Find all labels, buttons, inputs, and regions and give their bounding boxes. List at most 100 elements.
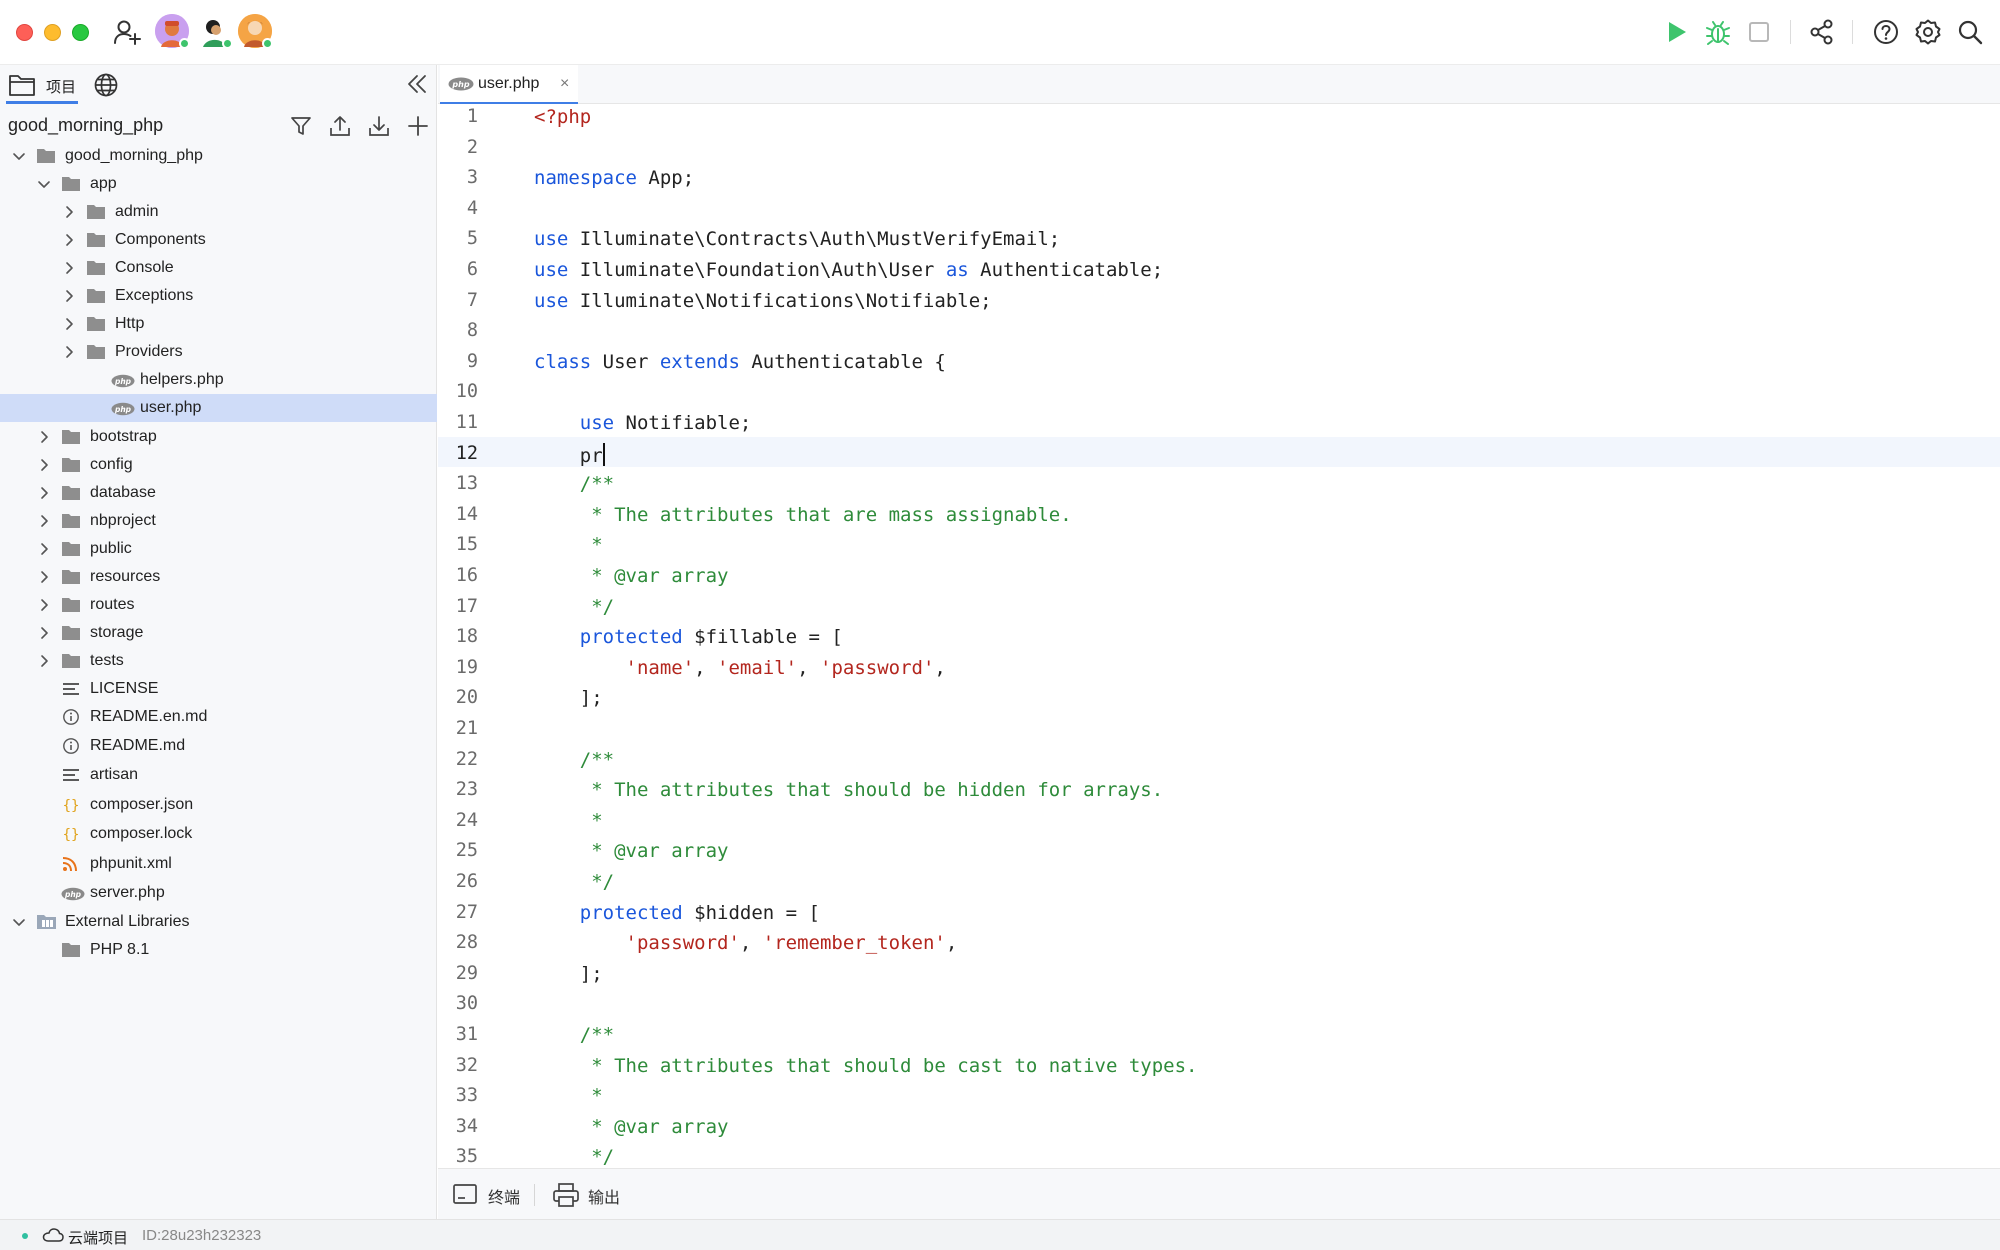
chevron-right-icon[interactable] — [62, 233, 76, 247]
chevron-right-icon[interactable] — [37, 430, 51, 444]
tree-item-providers[interactable]: Providers — [0, 338, 437, 366]
tree-item-app[interactable]: app — [0, 170, 437, 198]
add-file-icon[interactable] — [405, 113, 431, 139]
code-line[interactable]: 25 * @var array — [438, 834, 2000, 865]
code-line[interactable]: 14 * The attributes that are mass assign… — [438, 498, 2000, 529]
collaborator-avatar[interactable] — [155, 14, 190, 49]
code-line[interactable]: 7 use Illuminate\Notifications\Notifiable… — [438, 284, 2000, 315]
code-line[interactable]: 4 — [438, 192, 2000, 223]
code-line[interactable]: 27 protected $hidden = [ — [438, 896, 2000, 927]
tree-item-config[interactable]: config — [0, 451, 437, 479]
tab-project[interactable]: 项目 — [6, 68, 78, 104]
add-user-icon[interactable] — [112, 17, 142, 47]
code-line[interactable]: 16 * @var array — [438, 559, 2000, 590]
chevron-right-icon[interactable] — [37, 626, 51, 640]
code-line[interactable]: 13 /** — [438, 467, 2000, 498]
tree-item-database[interactable]: database — [0, 479, 437, 507]
code-line[interactable]: 8 — [438, 314, 2000, 345]
code-line[interactable]: 29 ]; — [438, 957, 2000, 988]
share-icon[interactable] — [1808, 18, 1836, 46]
tree-item-nbproject[interactable]: nbproject — [0, 507, 437, 535]
code-line[interactable]: 1 <?php — [438, 104, 2000, 131]
maximize-window-button[interactable] — [72, 24, 89, 41]
tree-item-phpunit-xml[interactable]: phpunit.xml — [0, 850, 437, 878]
code-line[interactable]: 34 * @var array — [438, 1110, 2000, 1141]
chevron-right-icon[interactable] — [37, 570, 51, 584]
help-icon[interactable] — [1872, 18, 1900, 46]
chevron-right-icon[interactable] — [62, 317, 76, 331]
code-line[interactable]: 18 protected $fillable = [ — [438, 620, 2000, 651]
download-icon[interactable] — [366, 113, 392, 139]
tree-item-components[interactable]: Components — [0, 226, 437, 254]
code-line[interactable]: 31 /** — [438, 1018, 2000, 1049]
code-line[interactable]: 22 /** — [438, 743, 2000, 774]
output-button[interactable]: 输出 — [552, 1181, 630, 1207]
chevron-right-icon[interactable] — [37, 458, 51, 472]
run-icon[interactable] — [1662, 18, 1690, 46]
tree-item-http[interactable]: Http — [0, 310, 437, 338]
code-line[interactable]: 12 pr — [438, 436, 2000, 468]
code-line[interactable]: 9 class User extends Authenticatable { — [438, 345, 2000, 376]
code-line[interactable]: 20 ]; — [438, 681, 2000, 712]
tree-item-routes[interactable]: routes — [0, 591, 437, 619]
collaborator-avatar[interactable] — [198, 14, 233, 49]
tree-item-exceptions[interactable]: Exceptions — [0, 282, 437, 310]
code-line[interactable]: 2 — [438, 131, 2000, 162]
chevron-right-icon[interactable] — [37, 542, 51, 556]
code-line[interactable]: 6 use Illuminate\Foundation\Auth\User as … — [438, 253, 2000, 284]
tree-item-storage[interactable]: storage — [0, 619, 437, 647]
code-line[interactable]: 17 */ — [438, 590, 2000, 621]
code-line[interactable]: 33 * — [438, 1079, 2000, 1110]
chevron-down-icon[interactable] — [37, 177, 51, 191]
tree-item-readme-md[interactable]: README.md — [0, 732, 437, 760]
chevron-right-icon[interactable] — [37, 598, 51, 612]
terminal-button[interactable]: 终端 — [452, 1181, 530, 1207]
tree-item-readme-en-md[interactable]: README.en.md — [0, 703, 437, 731]
code-line[interactable]: 21 — [438, 712, 2000, 743]
code-line[interactable]: 19 'name', 'email', 'password', — [438, 651, 2000, 682]
chevron-right-icon[interactable] — [62, 205, 76, 219]
code-line[interactable]: 11 use Notifiable; — [438, 406, 2000, 437]
tree-item-helpers-php[interactable]: php helpers.php — [0, 366, 437, 394]
tree-item-license[interactable]: LICENSE — [0, 675, 437, 703]
collapse-sidebar-icon[interactable] — [404, 71, 430, 97]
code-line[interactable]: 28 'password', 'remember_token', — [438, 926, 2000, 957]
tree-item-artisan[interactable]: artisan — [0, 761, 437, 789]
close-tab-icon[interactable]: × — [560, 75, 569, 93]
globe-icon[interactable] — [93, 72, 119, 98]
code-line[interactable]: 5 use Illuminate\Contracts\Auth\MustVerif… — [438, 222, 2000, 253]
code-line[interactable]: 30 — [438, 987, 2000, 1018]
chevron-down-icon[interactable] — [12, 915, 26, 929]
chevron-down-icon[interactable] — [12, 149, 26, 163]
chevron-right-icon[interactable] — [62, 345, 76, 359]
collaborator-avatar[interactable] — [238, 14, 273, 49]
tree-item-server-php[interactable]: php server.php — [0, 879, 437, 907]
tree-item-resources[interactable]: resources — [0, 563, 437, 591]
tree-item-php-8-1[interactable]: PHP 8.1 — [0, 936, 437, 964]
tree-item-tests[interactable]: tests — [0, 647, 437, 675]
stop-icon[interactable] — [1745, 18, 1773, 46]
code-line[interactable]: 35 */ — [438, 1140, 2000, 1168]
tree-item-good-morning-php[interactable]: good_morning_php — [0, 142, 437, 170]
code-line[interactable]: 10 — [438, 375, 2000, 406]
code-editor[interactable]: 1 <?php 2 3 namespace App; 4 5 use Illuminate\C… — [438, 104, 2000, 1168]
tab-user-php[interactable]: php user.php × — [440, 65, 578, 104]
upload-icon[interactable] — [327, 113, 353, 139]
minimize-window-button[interactable] — [44, 24, 61, 41]
search-icon[interactable] — [1956, 18, 1984, 46]
close-window-button[interactable] — [16, 24, 33, 41]
settings-gear-icon[interactable] — [1914, 18, 1942, 46]
chevron-right-icon[interactable] — [37, 514, 51, 528]
code-line[interactable]: 24 * — [438, 804, 2000, 835]
tree-item-console[interactable]: Console — [0, 254, 437, 282]
filter-icon[interactable] — [288, 113, 314, 139]
chevron-right-icon[interactable] — [37, 486, 51, 500]
code-line[interactable]: 23 * The attributes that should be hidde… — [438, 773, 2000, 804]
tree-item-user-php[interactable]: php user.php — [0, 394, 437, 422]
tree-item-external-libraries[interactable]: External Libraries — [0, 908, 437, 936]
chevron-right-icon[interactable] — [62, 289, 76, 303]
code-line[interactable]: 15 * — [438, 528, 2000, 559]
code-line[interactable]: 3 namespace App; — [438, 161, 2000, 192]
chevron-right-icon[interactable] — [62, 261, 76, 275]
tree-item-composer-lock[interactable]: {} composer.lock — [0, 820, 437, 848]
